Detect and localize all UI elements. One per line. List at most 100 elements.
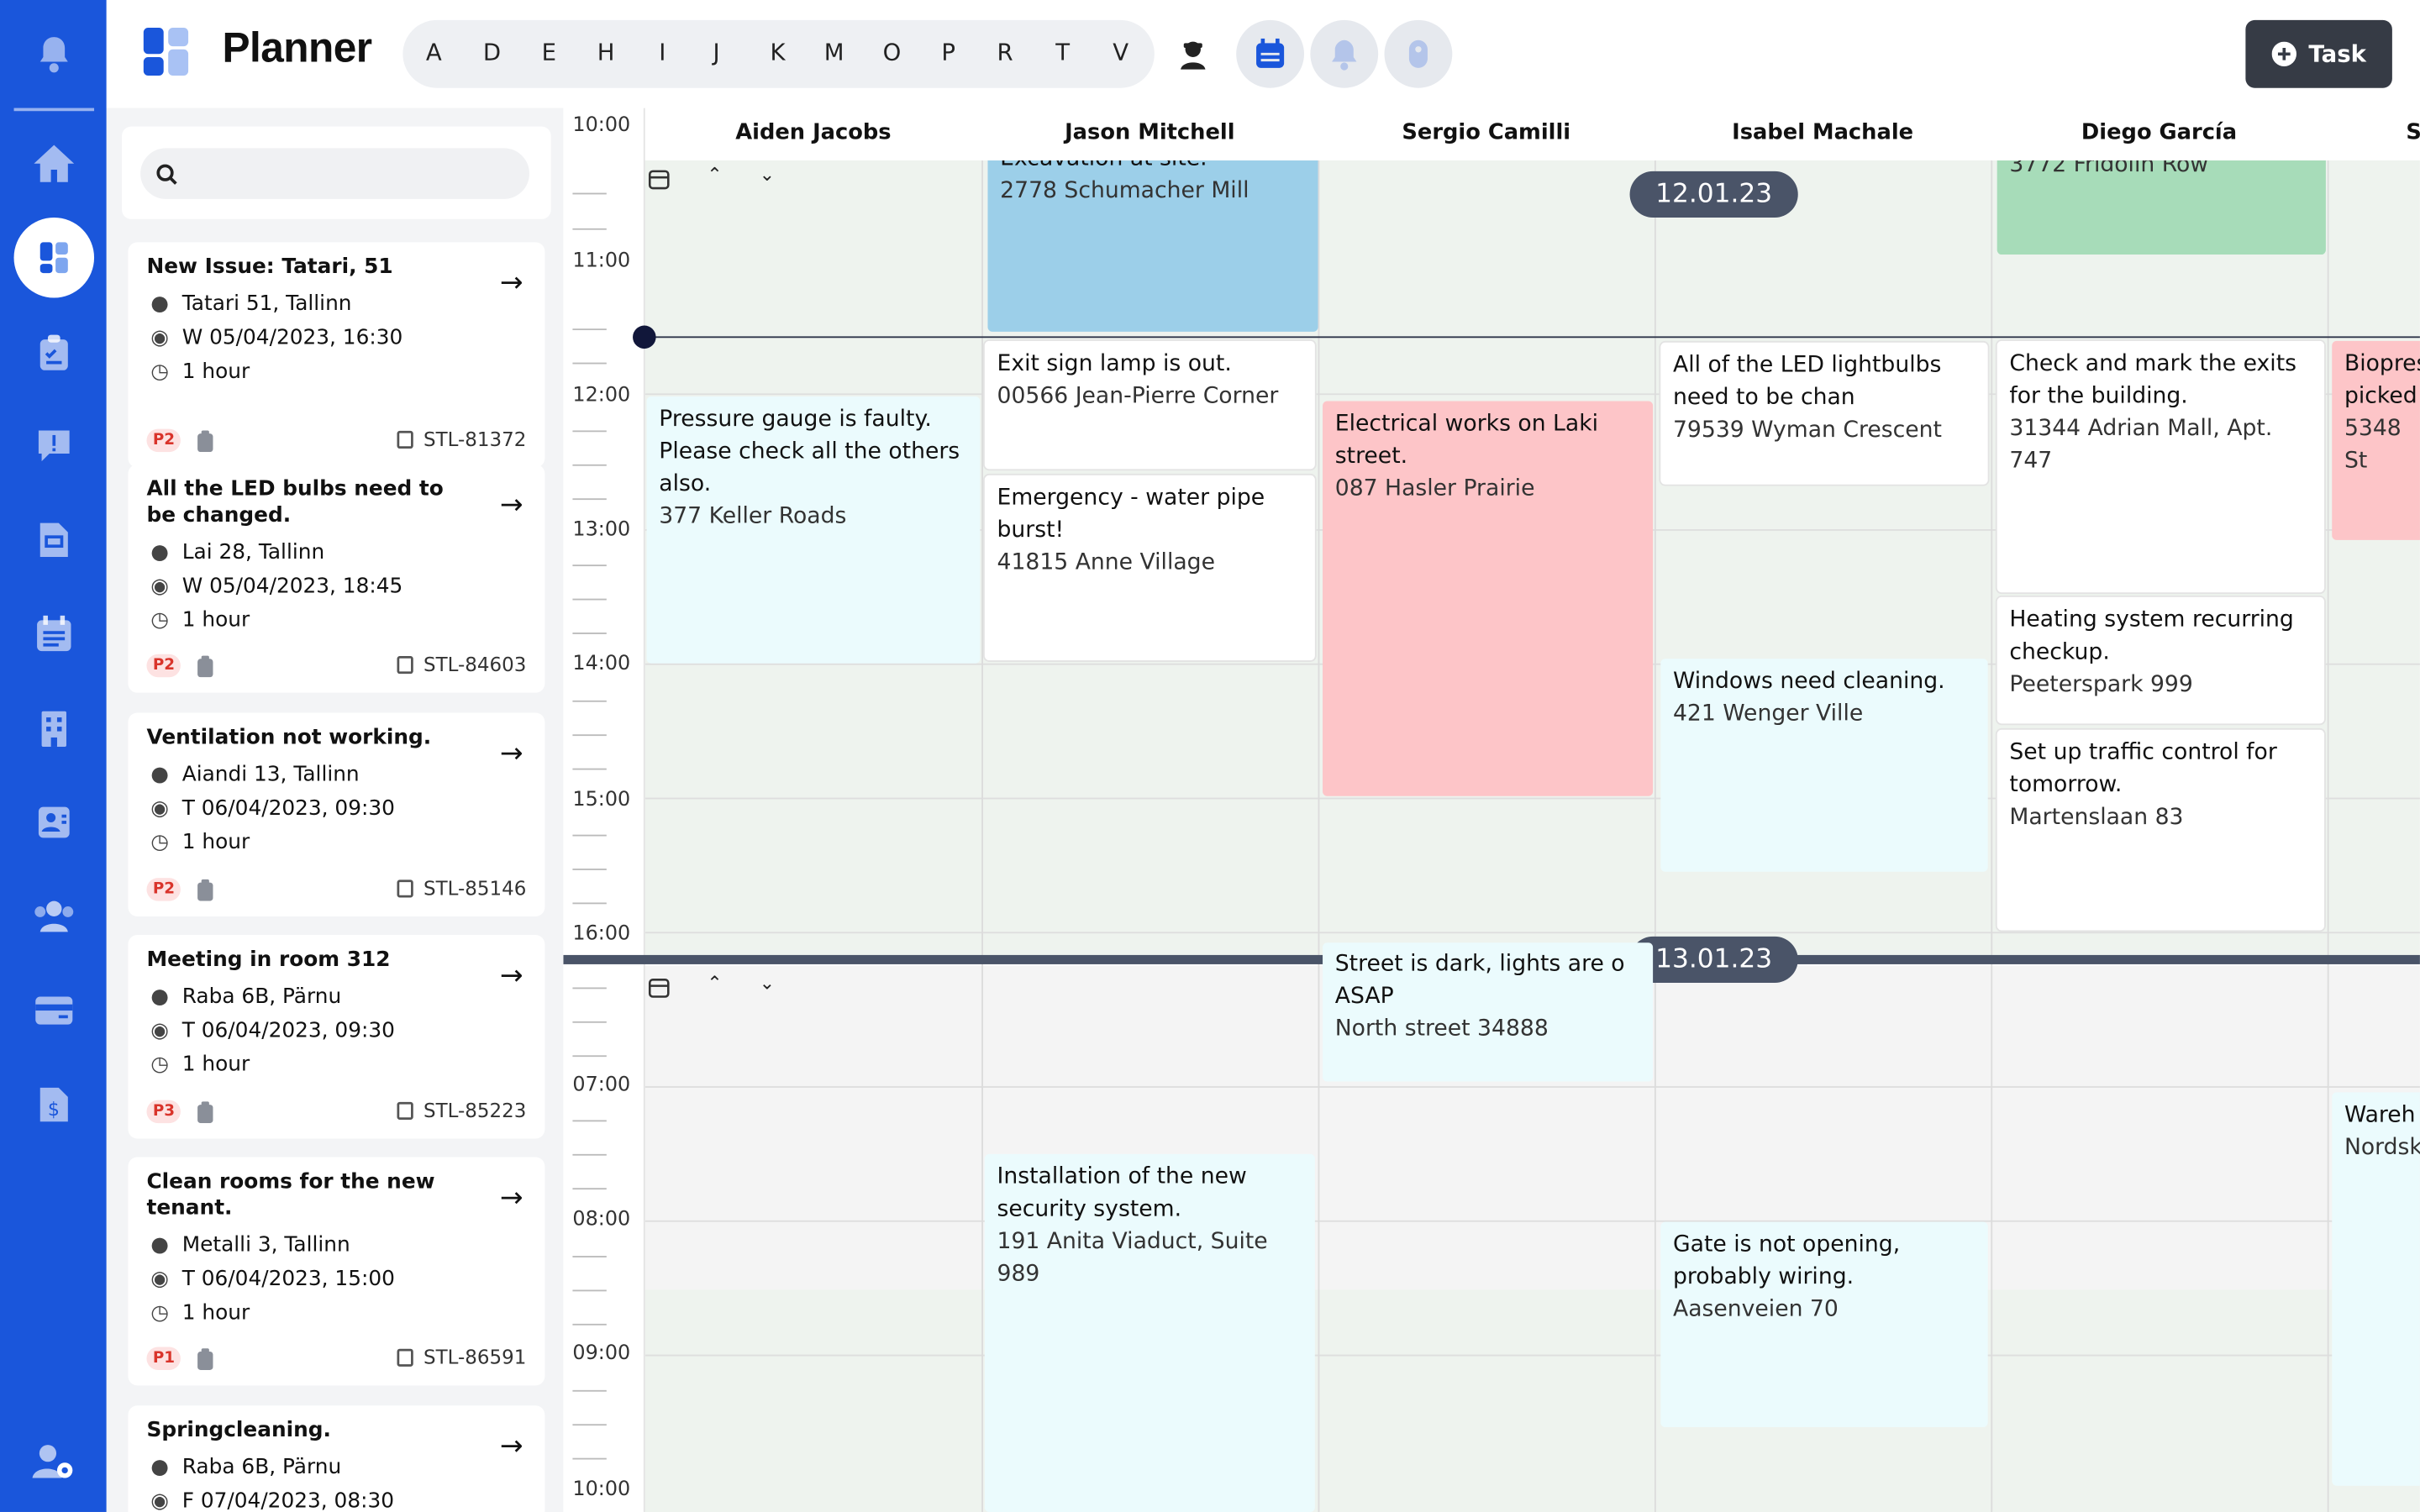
event-block[interactable]: Wareh Nordsk [2332,1092,2420,1486]
date-pill: 12.01.23 [1629,171,1798,218]
letter-filter[interactable]: V [1113,39,1128,66]
event-block[interactable]: Biopres picked 5348 St [2332,340,2420,540]
event-block[interactable]: Pressure gauge is faulty. Please check a… [646,396,981,664]
event-block[interactable]: Gate is not opening, probably wiring. Aa… [1660,1221,1988,1427]
top-bar: Planner A D E H I J K M O P R T V Task [106,0,2420,108]
event-block[interactable]: Street is dark, lights are o ASAP North … [1323,942,1654,1082]
building-icon[interactable] [0,702,107,754]
task-datetime: T 06/04/2023, 09:30 [182,1018,395,1043]
search-icon [156,164,177,185]
expand-down-icon[interactable]: ⌄ [760,972,775,994]
day-calendar-icon[interactable] [648,166,670,196]
letter-filter[interactable]: A [426,39,442,66]
column-header[interactable]: S [2327,108,2420,161]
task-card[interactable]: New Issue: Tatari, 51 → ● Tatari 51, Tall… [128,242,545,468]
event-address: Aasenveien 70 [1672,1297,1839,1323]
location-button[interactable] [1384,19,1453,88]
letter-filter[interactable]: I [659,39,666,66]
event-address: Nordsk [2344,1135,2420,1161]
open-arrow-icon[interactable]: → [500,738,523,770]
collapse-up-icon[interactable]: ⌃ [707,164,722,186]
event-block[interactable]: Excavation at site. 2778 Schumacher Mill [987,135,1318,332]
task-title: Ventilation not working. [146,725,432,750]
collapse-up-icon[interactable]: ⌃ [707,972,722,994]
event-block[interactable]: All of the LED lightbulbs need to be cha… [1660,342,1988,485]
open-arrow-icon[interactable]: → [500,489,523,522]
letter-filter[interactable]: K [771,39,786,66]
new-task-button[interactable]: Task [2245,19,2392,88]
letter-filter[interactable]: H [597,39,615,66]
document-icon[interactable] [0,514,107,566]
column-header[interactable]: Diego García [1991,108,2328,161]
team-icon[interactable] [0,890,107,942]
task-card[interactable]: Ventilation not working. → ● Aiandi 13, T… [128,712,545,916]
task-card[interactable]: Clean rooms for the new tenant. → ● Metal… [128,1157,545,1386]
event-address: Martenslaan 83 [2009,805,2184,831]
column-header[interactable]: Isabel Machale [1654,108,1991,161]
event-block[interactable]: Heating system recurring checkup. Peeter… [1996,596,2325,724]
alerts-button[interactable] [1310,19,1379,88]
letter-filter[interactable]: O [883,39,902,66]
date-pill: 13.01.23 [1629,936,1798,983]
event-block[interactable]: Exit sign lamp is out. 00566 Jean-Pierre… [984,340,1315,470]
letter-filter[interactable]: T [1055,39,1070,66]
event-block[interactable]: Set up traffic control for tomorrow. Mar… [1996,729,2325,931]
letter-filter[interactable]: P [941,39,955,66]
event-title: All of the LED lightbulbs need to be cha… [1672,353,1942,411]
task-list-panel: New Issue: Tatari, 51 → ● Tatari 51, Tall… [106,108,564,1512]
task-duration: 1 hour [182,607,250,633]
task-card[interactable]: Springcleaning. → ● Raba 6B, Pärnu ◉ F 07/… [128,1405,545,1512]
letter-filter[interactable]: J [713,39,720,66]
expand-down-icon[interactable]: ⌄ [760,164,775,186]
open-arrow-icon[interactable]: → [500,267,523,300]
day-calendar-icon[interactable] [648,975,670,1005]
clock-icon: ◉ [150,1018,169,1043]
calendar-icon[interactable] [0,608,107,660]
code-doc-icon [397,1101,414,1120]
letter-filter[interactable]: R [997,39,1013,66]
task-footer: P3 STL-85223 [146,1095,526,1126]
task-card[interactable]: All the LED bulbs need to be changed. → … [128,464,545,693]
calendar-view-button[interactable] [1236,19,1305,88]
event-title: Electrical works on Laki street. [1334,412,1599,470]
issues-icon[interactable] [0,420,107,472]
event-block[interactable]: Check and mark the exits for the buildin… [1996,340,2325,593]
letter-filter[interactable]: M [824,39,844,66]
event-block[interactable]: Emergency - water pipe burst! 41815 Anne… [984,475,1315,661]
open-arrow-icon[interactable]: → [500,959,523,992]
code-doc-icon [397,879,414,898]
event-block[interactable]: Installation of the new security system.… [984,1153,1315,1512]
task-code-text: STL-85223 [424,1098,527,1122]
column-header[interactable]: Aiden Jacobs [644,108,982,161]
event-block[interactable]: Electrical works on Laki street. 087 Has… [1323,401,1654,796]
checklist-icon[interactable] [0,327,107,379]
worker-filter-icon[interactable] [1176,37,1210,77]
planner-logo-icon [142,28,192,83]
home-icon[interactable] [0,136,107,192]
open-arrow-icon[interactable]: → [500,1431,523,1463]
event-block[interactable]: Windows need cleaning. 421 Wenger Ville [1660,659,1988,872]
task-duration: 1 hour [182,830,250,855]
priority-badge: P2 [146,653,182,677]
day-band [644,1289,2420,1512]
contacts-icon[interactable] [0,796,107,848]
payment-card-icon[interactable] [0,984,107,1037]
timer-icon: ◷ [150,1300,169,1326]
task-title: Springcleaning. [146,1417,331,1443]
open-arrow-icon[interactable]: → [500,1182,523,1215]
notifications-icon[interactable] [0,28,107,80]
calendar-grid: 10:00 11:00 12:00 13:00 14:00 15:00 16:0… [563,108,2420,1512]
invoice-icon[interactable]: $ [0,1079,107,1131]
planner-icon[interactable] [0,232,107,284]
event-address: 421 Wenger Ville [1672,701,1864,727]
column-header[interactable]: Jason Mitchell [981,108,1318,161]
column-header[interactable]: Sergio Camilli [1318,108,1655,161]
user-settings-icon[interactable] [0,1435,107,1487]
event-title: Emergency - water pipe burst! [997,486,1265,543]
letter-filter[interactable]: D [483,39,501,66]
day-band [644,1089,2420,1290]
task-card[interactable]: Meeting in room 312 → ● Raba 6B, Pärnu ◉ T… [128,935,545,1139]
letter-filter[interactable]: E [542,39,556,66]
search-input[interactable] [140,148,529,199]
location-pin-icon: ● [150,1455,169,1480]
